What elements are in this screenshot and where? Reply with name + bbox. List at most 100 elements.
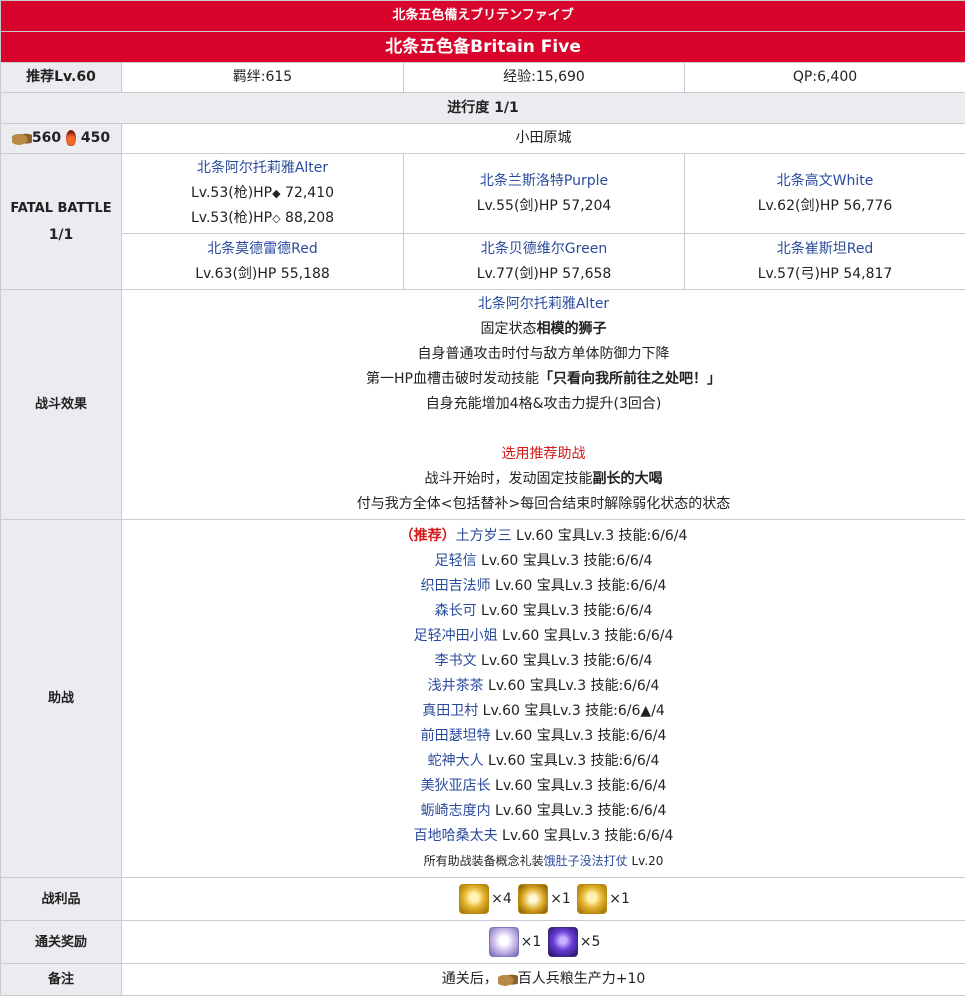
support-row: 蛎崎志度内 Lv.60 宝具Lv.3 技能:6/6/4 <box>122 799 965 824</box>
support-info: Lv.60 宝具Lv.3 技能:6/6/4 <box>490 577 667 594</box>
support-info: Lv.60 宝具Lv.3 技能:6/6/4 <box>483 677 660 694</box>
support-servant-link[interactable]: 真田卫村 <box>422 703 478 719</box>
effect-line: 自身充能增加4格&攻击力提升(3回合) <box>425 396 662 412</box>
drops: ×4 ×1 ×1 <box>120 877 965 921</box>
support-row: 足轻信 Lv.60 宝具Lv.3 技能:6/6/4 <box>122 549 965 574</box>
progress: 进行度 1/1 <box>0 92 965 124</box>
enemy-cell: 北条兰斯洛特Purple Lv.55(剑)HP 57,204 <box>403 153 685 234</box>
recommend-level: 推荐Lv.60 <box>0 62 122 93</box>
support-info: Lv.60 宝具Lv.3 技能:6/6▲/4 <box>478 702 665 719</box>
recommend-tag: （推荐） <box>399 527 456 544</box>
effect-line: 第一HP血槽击破时发动技能「只看向我所前往之处吧！」 <box>366 371 722 387</box>
support-row: 足轻冲田小姐 Lv.60 宝具Lv.3 技能:6/6/4 <box>122 624 965 649</box>
gold-statue-icon[interactable] <box>577 884 608 914</box>
support-row: 李书文 Lv.60 宝具Lv.3 技能:6/6/4 <box>122 649 965 674</box>
support-servant-link[interactable]: 蛎崎志度内 <box>421 803 491 819</box>
enemy-cell: 北条阿尔托莉雅Alter Lv.53(枪)HP◆ 72,410 Lv.53(枪)… <box>121 153 404 234</box>
enemy-name-link[interactable]: 北条阿尔托莉雅Alter <box>122 156 403 181</box>
enemy-hp-line: Lv.77(剑)HP 57,658 <box>476 265 612 282</box>
summon-ticket-icon[interactable] <box>488 927 519 957</box>
drops-label: 战利品 <box>0 877 122 921</box>
effect-target-link[interactable]: 北条阿尔托莉雅Alter <box>122 292 965 317</box>
support-list: （推荐）土方岁三 Lv.60 宝具Lv.3 技能:6/6/4 足轻信 Lv.60 … <box>120 519 965 878</box>
support-info: Lv.60 宝具Lv.3 技能:6/6/4 <box>497 827 674 844</box>
enemy-cell: 北条高文White Lv.62(剑)HP 56,776 <box>683 153 965 234</box>
qp-value: QP:6,400 <box>683 62 965 93</box>
craft-essence-link[interactable]: 饿肚子没法打仗 <box>544 854 628 868</box>
recommended-support-title: 选用推荐助战 <box>501 446 586 462</box>
clear-reward-label: 通关奖励 <box>0 920 122 964</box>
support-servant-link[interactable]: 蛇神大人 <box>428 753 484 769</box>
support-info: Lv.60 宝具Lv.3 技能:6/6/4 <box>490 727 667 744</box>
support-row: 蛇神大人 Lv.60 宝具Lv.3 技能:6/6/4 <box>122 749 965 774</box>
support-info: Lv.60 宝具Lv.3 技能:6/6/4 <box>511 527 688 544</box>
ap-cost: 560 450 <box>0 123 122 154</box>
enemy-name-link[interactable]: 北条兰斯洛特Purple <box>404 169 684 194</box>
support-servant-link[interactable]: 织田吉法师 <box>421 578 491 594</box>
support-servant-link[interactable]: 森长可 <box>435 603 477 619</box>
enemy-name-link[interactable]: 北条莫德雷德Red <box>122 237 403 262</box>
support-label: 助战 <box>0 519 122 878</box>
title-jp: 北条五色備えブリテンファイブ <box>0 0 965 32</box>
effect-line: 自身普通攻击时付与敌方单体防御力下降 <box>417 346 670 362</box>
enemy-hp-line: Lv.57(弓)HP 54,817 <box>757 265 893 282</box>
ration-icon <box>497 972 518 986</box>
support-servant-link[interactable]: 浅井茶茶 <box>428 678 484 694</box>
support-info: Lv.60 宝具Lv.3 技能:6/6/4 <box>476 602 653 619</box>
notes-label: 备注 <box>0 963 122 996</box>
support-servant-link[interactable]: 李书文 <box>435 653 477 669</box>
title-cn: 北条五色备Britain Five <box>0 31 965 63</box>
notes: 通关后， 百人兵粮生产力+10 <box>120 963 965 996</box>
support-servant-link[interactable]: 足轻冲田小姐 <box>414 628 498 644</box>
support-info: Lv.60 宝具Lv.3 技能:6/6/4 <box>476 652 653 669</box>
ration-icon <box>11 131 32 145</box>
gold-relic-icon[interactable] <box>518 884 549 914</box>
effect-line: 付与我方全体<包括替补>每回合结束时解除弱化状态的状态 <box>356 496 731 512</box>
clear-reward: ×1 ×5 <box>120 920 965 964</box>
enemy-hp-line: Lv.62(剑)HP 56,776 <box>757 197 893 214</box>
support-row: 美狄亚店长 Lv.60 宝具Lv.3 技能:6/6/4 <box>122 774 965 799</box>
enemy-hp-line: Lv.53(枪)HP◇ 88,208 <box>190 210 335 226</box>
enemy-name-link[interactable]: 北条高文White <box>685 169 965 194</box>
support-row: 前田瑟坦特 Lv.60 宝具Lv.3 技能:6/6/4 <box>122 724 965 749</box>
support-info: Lv.60 宝具Lv.3 技能:6/6/4 <box>483 752 660 769</box>
support-info: Lv.60 宝具Lv.3 技能:6/6/4 <box>476 552 653 569</box>
support-footer: 所有助战装备概念礼装饿肚子没法打仗 Lv.20 <box>423 853 664 868</box>
location: 小田原城 <box>120 123 965 154</box>
support-servant-link[interactable]: 百地哈桑太夫 <box>414 828 498 844</box>
support-row: 百地哈桑太夫 Lv.60 宝具Lv.3 技能:6/6/4 <box>122 824 965 849</box>
support-row: 真田卫村 Lv.60 宝具Lv.3 技能:6/6▲/4 <box>122 699 965 724</box>
fatal-battle-label: FATAL BATTLE 1/1 <box>0 153 122 290</box>
ration-count: 560 <box>31 130 62 146</box>
enemy-hp-line: Lv.55(剑)HP 57,204 <box>476 197 612 214</box>
quest-table: 北条五色備えブリテンファイブ 北条五色备Britain Five 推荐Lv.60… <box>0 0 965 996</box>
support-row: （推荐）土方岁三 Lv.60 宝具Lv.3 技能:6/6/4 <box>122 524 965 549</box>
fatal-battle-title: FATAL BATTLE <box>10 200 112 216</box>
support-servant-link[interactable]: 足轻信 <box>435 553 477 569</box>
enemy-hp-line: Lv.63(剑)HP 55,188 <box>195 265 330 282</box>
flame-count: 450 <box>80 130 111 146</box>
support-row: 织田吉法师 Lv.60 宝具Lv.3 技能:6/6/4 <box>122 574 965 599</box>
battle-effects: 北条阿尔托莉雅Alter 固定状态相模的狮子 自身普通攻击时付与敌方单体防御力下… <box>120 289 965 520</box>
support-info: Lv.60 宝具Lv.3 技能:6/6/4 <box>490 802 667 819</box>
enemy-cell: 北条崔斯坦Red Lv.57(弓)HP 54,817 <box>683 233 965 290</box>
support-servant-link[interactable]: 前田瑟坦特 <box>421 728 491 744</box>
exp-value: 经验:15,690 <box>403 62 685 93</box>
battle-effects-label: 战斗效果 <box>0 289 122 520</box>
bond-value: 羁绊:615 <box>121 62 404 93</box>
enemy-name-link[interactable]: 北条贝德维尔Green <box>404 237 684 262</box>
enemy-cell: 北条莫德雷德Red Lv.63(剑)HP 55,188 <box>121 233 404 290</box>
gold-statue-icon[interactable] <box>459 884 490 914</box>
fatal-battle-count: 1/1 <box>48 226 74 243</box>
support-servant-link[interactable]: 美狄亚店长 <box>421 778 491 794</box>
support-row: 浅井茶茶 Lv.60 宝具Lv.3 技能:6/6/4 <box>122 674 965 699</box>
support-info: Lv.60 宝具Lv.3 技能:6/6/4 <box>490 777 667 794</box>
effect-line: 固定状态相模的狮子 <box>480 321 607 337</box>
enemy-hp-line: Lv.53(枪)HP◆ 72,410 <box>190 185 335 201</box>
enemy-name-link[interactable]: 北条崔斯坦Red <box>685 237 965 262</box>
support-info: Lv.60 宝具Lv.3 技能:6/6/4 <box>497 627 674 644</box>
flame-icon <box>66 130 76 146</box>
enemy-cell: 北条贝德维尔Green Lv.77(剑)HP 57,658 <box>403 233 685 290</box>
saint-quartz-icon[interactable] <box>547 927 578 957</box>
support-servant-link[interactable]: 土方岁三 <box>456 528 512 544</box>
